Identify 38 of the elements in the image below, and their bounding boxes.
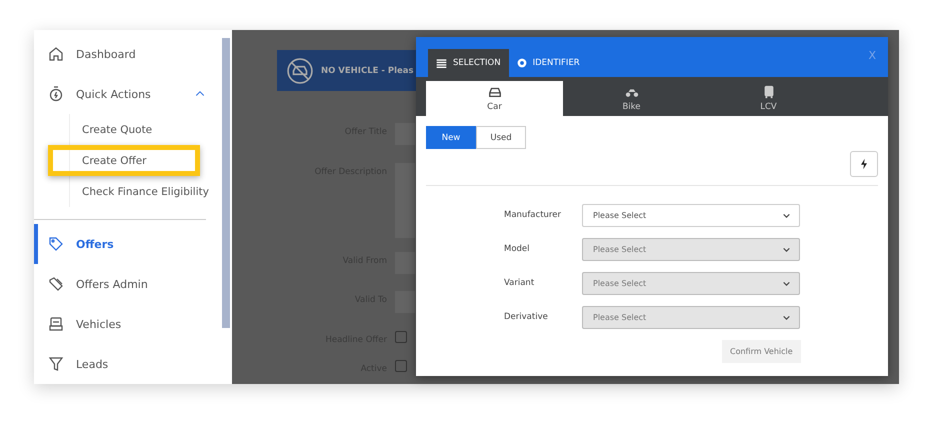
condition-toggle[interactable]: Used: [476, 126, 526, 149]
bus-icon: [762, 85, 776, 99]
stopwatch-icon: [48, 86, 64, 102]
banner-text: NO VEHICLE - Pleas: [321, 66, 414, 76]
checkbox[interactable]: [395, 330, 407, 343]
dialog-tab[interactable]: IDENTIFIER: [508, 49, 588, 77]
field-label: Model: [504, 244, 531, 254]
list-icon: [436, 58, 447, 68]
scrollbar[interactable]: [222, 38, 230, 328]
input-field[interactable]: [395, 123, 415, 146]
sidebar-item[interactable]: Offers Admin: [34, 264, 222, 304]
dialog-tab[interactable]: SELECTION: [428, 49, 509, 77]
vehicle-type-tab[interactable]: Car: [426, 81, 563, 116]
quick-lookup-button[interactable]: [850, 151, 878, 177]
tags-icon: [48, 276, 64, 292]
vehicle-type-tab[interactable]: Bike: [563, 81, 700, 116]
submenu-item[interactable]: Check Finance Eligibility: [70, 176, 222, 207]
house-icon: [48, 46, 64, 62]
vehicle-type-tab[interactable]: LCV: [700, 81, 837, 116]
sidebar-item[interactable]: Dashboard: [34, 34, 222, 74]
sidebar-item[interactable]: Quick Actions: [34, 74, 222, 114]
text-area[interactable]: [395, 162, 415, 238]
field-label: Derivative: [504, 312, 549, 322]
sidebar-item[interactable]: Leads: [34, 344, 222, 384]
target-icon: [516, 58, 527, 68]
field-label: Manufacturer: [504, 210, 562, 220]
funnel-icon: [48, 356, 64, 372]
condition-toggle[interactable]: New: [426, 126, 476, 149]
input-field[interactable]: [395, 252, 415, 274]
sidebar-item[interactable]: Vehicles: [34, 304, 222, 344]
select-field[interactable]: Please Select: [582, 204, 800, 226]
field-label: Variant: [504, 278, 536, 288]
submenu-item[interactable]: Create Quote: [70, 114, 222, 145]
tag-icon: [48, 236, 64, 252]
checkbox[interactable]: [395, 360, 407, 372]
input-field[interactable]: [395, 291, 415, 314]
submenu-item[interactable]: Create Offer: [48, 145, 200, 176]
crossed-car-icon: [287, 58, 313, 84]
